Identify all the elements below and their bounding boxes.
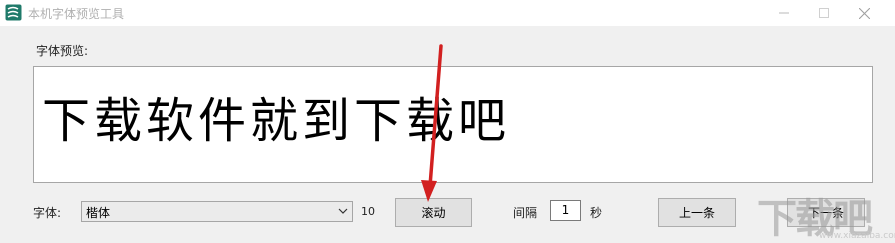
title-bar[interactable]: 本机字体预览工具: [0, 0, 895, 26]
maximize-icon: [819, 8, 829, 18]
seconds-label: 秒: [590, 206, 603, 220]
interval-input[interactable]: 1: [550, 200, 581, 221]
font-select-value: 楷体: [86, 206, 111, 220]
scroll-button[interactable]: 滚动: [395, 198, 472, 227]
chevron-down-icon: [338, 208, 348, 214]
prev-button[interactable]: 上一条: [658, 198, 736, 227]
interval-label: 间隔: [513, 206, 538, 220]
minimize-icon: [779, 12, 789, 14]
preview-sample-text: 下载软件就到下载吧: [42, 93, 511, 149]
minimize-button[interactable]: [766, 0, 802, 26]
window-title: 本机字体预览工具: [28, 7, 125, 21]
font-size-value: 10: [361, 205, 375, 218]
close-icon: [858, 7, 870, 19]
font-label: 字体:: [33, 206, 62, 220]
preview-label: 字体预览:: [36, 44, 89, 58]
app-logo-icon: [5, 4, 22, 21]
close-button[interactable]: [846, 0, 882, 26]
font-select[interactable]: 楷体: [81, 201, 353, 222]
font-preview-area: 下载软件就到下载吧: [33, 66, 873, 183]
maximize-button[interactable]: [806, 0, 842, 26]
watermark-logo: 下载吧 www.xiazaiba.com: [757, 176, 895, 243]
watermark-url: www.xiazaiba.com: [819, 231, 895, 241]
